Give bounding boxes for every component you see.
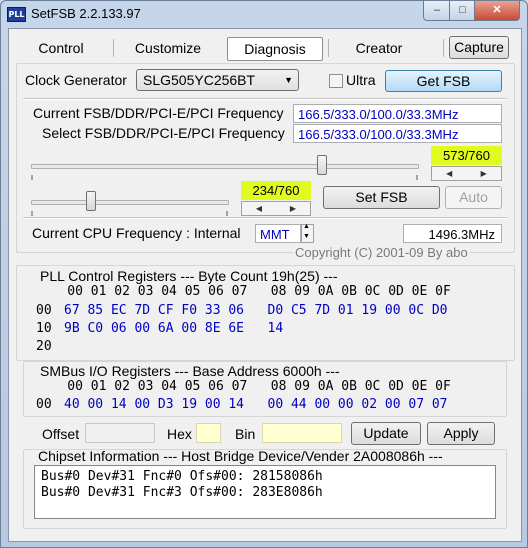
cpu-mode-value: MMT	[255, 224, 301, 243]
get-fsb-button[interactable]: Get FSB	[385, 70, 502, 92]
cpu-frequency-label: Current CPU Frequency : Internal	[32, 225, 241, 241]
tab-divider	[443, 39, 444, 57]
pll-registers-header: PLL Control Registers --- Byte Count 19h…	[40, 268, 338, 284]
chevron-down-icon: ▼	[284, 75, 293, 85]
window-title: SetFSB 2.2.133.97	[31, 6, 141, 21]
maximize-icon: □	[459, 4, 466, 16]
arrow-right-icon[interactable]: ▶	[276, 201, 310, 216]
chipset-info-header: Chipset Information --- Host Bridge Devi…	[38, 448, 443, 464]
arrow-up-icon[interactable]: ▲	[303, 223, 310, 230]
chipset-info-list[interactable]: Bus#0 Dev#31 Fnc#0 Ofs#00: 28158086h Bus…	[34, 465, 496, 519]
update-button[interactable]: Update	[351, 422, 421, 445]
tab-control[interactable]: Control	[9, 37, 113, 59]
smbus-row-data[interactable]: 40 00 14 00 D3 19 00 14 00 44 00 00 02 0…	[64, 397, 448, 412]
close-button[interactable]: ✕	[474, 1, 520, 21]
cpu-mode-spinner[interactable]: ▲ ▼	[301, 223, 314, 243]
pcie-stepper[interactable]: ◀ ▶	[241, 201, 311, 216]
maximize-button[interactable]: □	[449, 1, 476, 21]
apply-button[interactable]: Apply	[427, 422, 495, 445]
bin-input[interactable]	[262, 423, 342, 443]
cpu-frequency-value: 1496.3MHz	[403, 224, 502, 243]
pll-row-data[interactable]: 9B C0 06 00 6A 00 8E 6E 14	[64, 321, 283, 336]
fsb-slider-thumb[interactable]	[317, 155, 328, 175]
select-frequency-label: Select FSB/DDR/PCI-E/PCI Frequency	[42, 125, 285, 141]
current-frequency-value: 166.5/333.0/100.0/33.3MHz	[293, 104, 502, 123]
pll-column-header: 00 01 02 03 04 05 06 07 08 09 0A 0B 0C 0…	[36, 284, 451, 299]
select-frequency-value: 166.5/333.0/100.0/33.3MHz	[293, 124, 502, 143]
chipset-info-line: Bus#0 Dev#31 Fnc#3 Ofs#00: 283E8086h	[41, 485, 323, 500]
arrow-left-icon[interactable]: ◀	[432, 166, 467, 181]
minimize-icon: –	[433, 4, 441, 16]
divider	[23, 98, 507, 100]
fsb-slider-ticks	[31, 175, 418, 180]
pcie-slider-track[interactable]	[31, 200, 229, 205]
capture-button[interactable]: Capture	[449, 36, 509, 59]
set-fsb-button[interactable]: Set FSB	[323, 186, 440, 209]
fsb-step-counter: 573/760	[431, 146, 502, 165]
tab-creator[interactable]: Creator	[329, 37, 429, 59]
hex-label: Hex	[167, 426, 192, 442]
copyright-text: Copyright (C) 2001-09 By abo	[293, 245, 470, 260]
bin-label: Bin	[235, 426, 256, 442]
tab-customize[interactable]: Customize	[114, 37, 222, 59]
clock-generator-value: SLG505YC256BT	[143, 72, 256, 88]
pll-row-data[interactable]: 67 85 EC 7D CF F0 33 06 D0 C5 7D 01 19 0…	[64, 303, 448, 318]
smbus-row-addr: 00	[36, 397, 52, 412]
ultra-label: Ultra	[346, 72, 376, 88]
tab-diagnosis[interactable]: Diagnosis	[227, 37, 323, 61]
close-icon: ✕	[492, 4, 502, 16]
setfsb-window: PLL SetFSB 2.2.133.97 – □ ✕ Control Cust…	[0, 0, 528, 548]
arrow-right-icon[interactable]: ▶	[467, 166, 502, 181]
pcie-slider-thumb[interactable]	[86, 191, 97, 211]
divider	[23, 217, 507, 219]
offset-label: Offset	[42, 426, 80, 442]
auto-button[interactable]: Auto	[445, 186, 502, 209]
clock-generator-select[interactable]: SLG505YC256BT ▼	[136, 69, 299, 91]
fsb-stepper[interactable]: ◀ ▶	[431, 166, 502, 181]
minimize-button[interactable]: –	[423, 1, 451, 21]
arrow-left-icon[interactable]: ◀	[242, 201, 276, 216]
smbus-column-header: 00 01 02 03 04 05 06 07 08 09 0A 0B 0C 0…	[36, 379, 451, 394]
pll-row-addr: 20	[36, 339, 52, 354]
arrow-down-icon[interactable]: ▼	[303, 233, 310, 240]
pll-row-addr: 10	[36, 321, 52, 336]
title-bar[interactable]: PLL SetFSB 2.2.133.97 – □ ✕	[1, 1, 527, 27]
smbus-registers-header: SMBus I/O Registers --- Base Address 600…	[40, 363, 340, 379]
clock-generator-label: Clock Generator	[25, 72, 127, 88]
fsb-slider-track[interactable]	[31, 164, 419, 169]
current-frequency-label: Current FSB/DDR/PCI-E/PCI Frequency	[33, 105, 284, 121]
offset-input[interactable]	[85, 423, 155, 443]
hex-input[interactable]	[196, 423, 221, 443]
pll-app-icon: PLL	[7, 7, 26, 22]
ultra-checkbox[interactable]	[329, 74, 343, 88]
pcie-step-counter: 234/760	[241, 181, 311, 200]
client-area: Control Customize Diagnosis Creator Capt…	[8, 28, 522, 542]
chipset-info-line: Bus#0 Dev#31 Fnc#0 Ofs#00: 28158086h	[41, 469, 323, 484]
pll-row-addr: 00	[36, 303, 52, 318]
